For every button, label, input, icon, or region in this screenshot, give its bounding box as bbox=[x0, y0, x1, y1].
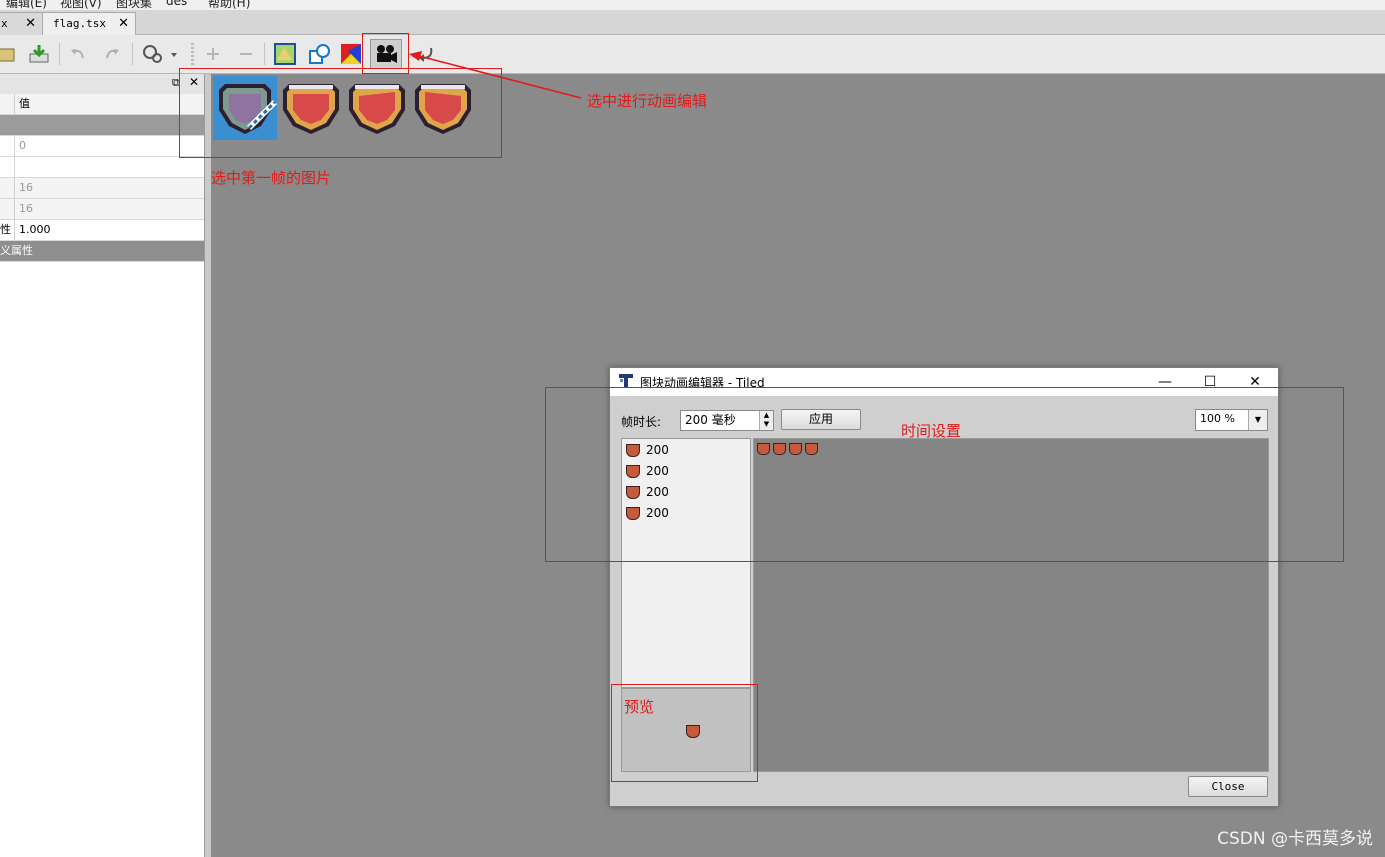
remove-tile-icon[interactable] bbox=[234, 42, 258, 66]
menu-edit[interactable]: 编辑(E) bbox=[6, 0, 47, 10]
tab-previous[interactable]: x ✕ bbox=[0, 12, 43, 35]
properties-panel: ⧉ ✕ 值 0 16 16 性 1.000 义属性 bbox=[0, 74, 205, 857]
value-column-header: 值 bbox=[19, 97, 30, 110]
document-tab-bar: x ✕ flag.tsx ✕ bbox=[0, 10, 1385, 35]
close-icon[interactable]: ✕ bbox=[25, 13, 36, 35]
annotation-preview-text: 预览 bbox=[624, 698, 655, 716]
close-icon[interactable]: ✕ bbox=[118, 13, 129, 35]
undo-icon[interactable] bbox=[66, 42, 90, 66]
menu-misc[interactable]: des bbox=[166, 0, 187, 8]
property-row[interactable]: 0 bbox=[0, 136, 204, 157]
redo-icon[interactable] bbox=[100, 42, 124, 66]
export-icon[interactable] bbox=[27, 42, 51, 66]
panel-header: ⧉ ✕ bbox=[0, 74, 204, 94]
panel-splitter[interactable] bbox=[205, 74, 211, 857]
menu-tileset[interactable]: 图块集 bbox=[116, 0, 152, 10]
property-row-probability[interactable]: 性 1.000 bbox=[0, 220, 204, 241]
property-row[interactable]: 16 bbox=[0, 178, 204, 199]
property-row[interactable] bbox=[0, 157, 204, 178]
custom-properties-group: 义属性 bbox=[0, 241, 204, 262]
menu-help[interactable]: 帮助(H) bbox=[208, 0, 250, 10]
annotation-first-frame-text: 选中第一帧的图片 bbox=[211, 169, 332, 187]
menu-view[interactable]: 视图(V) bbox=[60, 0, 102, 10]
property-row[interactable]: 16 bbox=[0, 199, 204, 220]
add-tile-icon[interactable] bbox=[201, 42, 225, 66]
menu-bar: 编辑(E) 视图(V) 图块集 des 帮助(H) bbox=[0, 0, 1385, 10]
properties-header-row: 值 bbox=[0, 94, 204, 115]
wang-color-icon[interactable] bbox=[339, 42, 363, 66]
open-icon[interactable] bbox=[0, 42, 18, 66]
watermark: CSDN @卡西莫多说 bbox=[1217, 829, 1373, 849]
close-button[interactable]: Close bbox=[1188, 776, 1268, 797]
tab-label: flag.tsx bbox=[53, 17, 106, 30]
property-group-row bbox=[0, 115, 204, 136]
terrain-icon[interactable] bbox=[273, 42, 297, 66]
annotation-time-text: 时间设置 bbox=[901, 422, 962, 440]
collision-icon[interactable] bbox=[307, 42, 331, 66]
tab-flag-tsx[interactable]: flag.tsx ✕ bbox=[42, 12, 136, 35]
tab-label: x bbox=[1, 17, 8, 30]
annotation-animate-text: 选中进行动画编辑 bbox=[587, 92, 708, 110]
annotation-box-frames bbox=[179, 68, 502, 158]
settings-dropdown-icon[interactable] bbox=[140, 42, 180, 66]
annotation-box-time-settings bbox=[545, 387, 1344, 562]
